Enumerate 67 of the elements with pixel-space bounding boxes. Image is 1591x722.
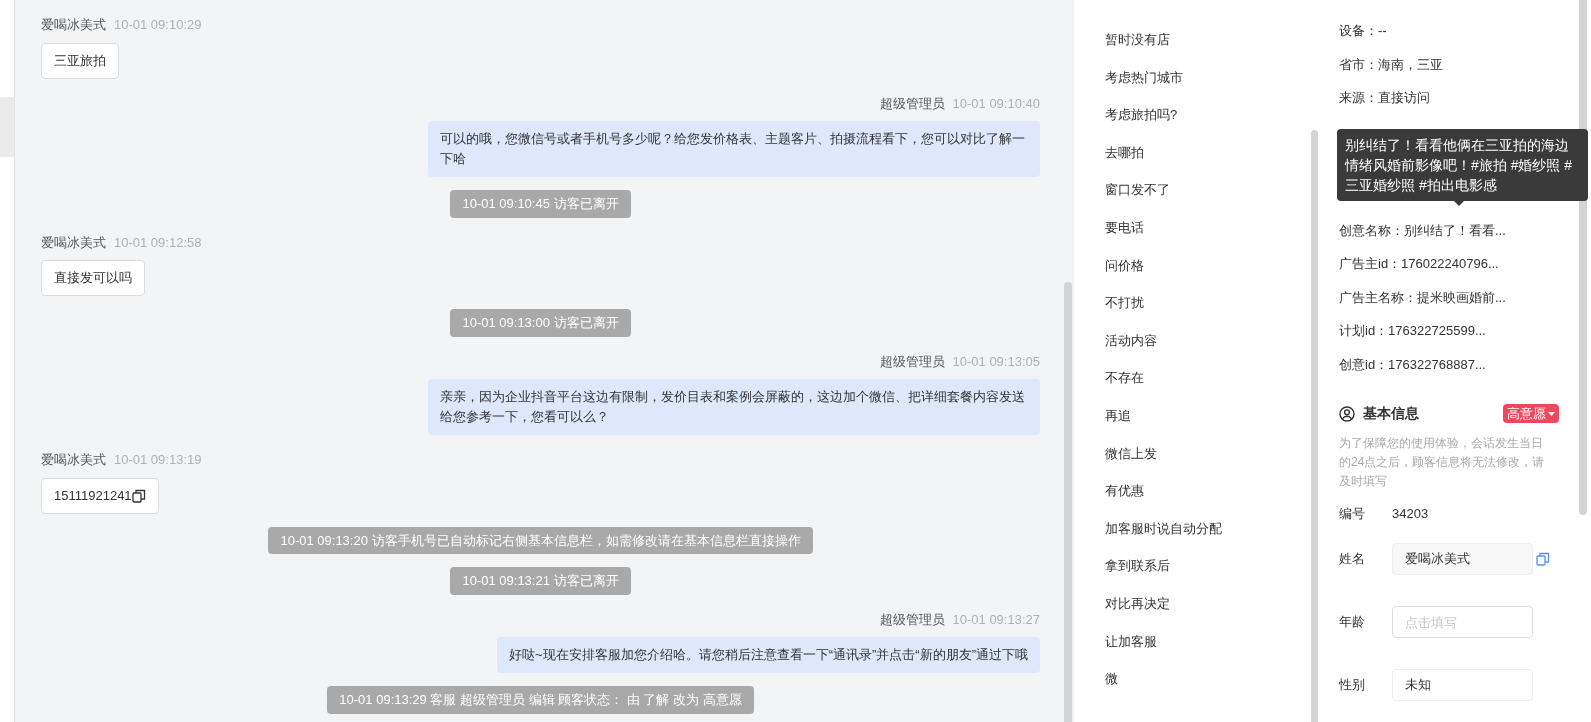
scrollbar[interactable] bbox=[1064, 282, 1072, 722]
quick-reply-item[interactable]: 微信上发 bbox=[1105, 434, 1311, 473]
message-time: 10-01 09:10:40 bbox=[952, 94, 1040, 113]
system-notice: 10-01 09:13:00 访客已离开 bbox=[450, 309, 631, 337]
quick-reply-item[interactable]: 让加客服 bbox=[1105, 622, 1311, 661]
message-time: 10-01 09:13:19 bbox=[114, 451, 202, 469]
intent-dropdown[interactable]: 高意愿 bbox=[1503, 404, 1559, 423]
system-notice: 10-01 09:13:20 访客手机号已自动标记右侧基本信息栏，如需修改请在基本信息栏直接操作 bbox=[268, 526, 813, 554]
field-label: 姓名 bbox=[1339, 550, 1366, 569]
info-field: 广告主id：176022240796... bbox=[1339, 254, 1499, 274]
quick-reply-item[interactable]: 考虑旅拍吗? bbox=[1105, 96, 1311, 134]
quick-reply-item[interactable]: 对比再决定 bbox=[1105, 584, 1311, 623]
notice-text: 为了保障您的使用体验，会话发生当日的24点之后，顾客信息将无法修改，请及时填写 bbox=[1339, 435, 1546, 490]
quick-reply-item[interactable]: 有优惠 bbox=[1105, 472, 1311, 510]
caret-icon bbox=[1548, 411, 1555, 416]
system-notice: 10-01 09:13:29 客服 超级管理员 编辑 顾客状态： 由 了解 改为 高意愿 bbox=[327, 686, 754, 714]
message-text: 三亚旅拍 bbox=[54, 51, 106, 70]
system-notice: 10-01 09:10:45 访客已离开 bbox=[450, 190, 631, 218]
field-label: 编号 bbox=[1339, 505, 1366, 524]
sender-name: 超级管理员 bbox=[879, 610, 945, 629]
info-field: 设备：-- bbox=[1339, 21, 1387, 41]
name-field: 爱喝冰美式 bbox=[1392, 543, 1533, 575]
info-field: 计划id：176322725599... bbox=[1339, 321, 1486, 341]
message-time: 10-01 09:13:27 bbox=[952, 610, 1040, 629]
info-field: 省市：海南，三亚 bbox=[1339, 54, 1443, 74]
info-field: 来源：直接访问 bbox=[1339, 88, 1430, 108]
sender-name: 超级管理员 bbox=[879, 352, 945, 371]
message-bubble: 可以的哦，您微信号或者手机号多少呢？给您发价格表、主题客片、拍摄流程看下，您可以对比了解一下哈 bbox=[428, 121, 1040, 177]
quick-reply-item[interactable]: 不打扰 bbox=[1105, 284, 1311, 322]
user-icon bbox=[1339, 405, 1355, 422]
tooltip: 别纠结了！看看他俩在三亚拍的海边情绪风婚前影像吧！#旅拍 #婚纱照 #三亚婚纱照 #拍出电影感 bbox=[1337, 128, 1588, 201]
quick-reply-item[interactable]: 暂时没有店 bbox=[1105, 21, 1311, 59]
field-value: 34203 bbox=[1392, 505, 1429, 524]
sender-name: 超级管理员 bbox=[879, 94, 945, 113]
quick-reply-item[interactable]: 微 bbox=[1105, 660, 1311, 698]
field-label: 年龄 bbox=[1339, 613, 1366, 632]
message-text: 15111921241 bbox=[54, 486, 132, 505]
quick-reply-item[interactable]: 活动内容 bbox=[1105, 321, 1311, 360]
quick-reply-item[interactable]: 拿到联系后 bbox=[1105, 547, 1311, 585]
message-text: 直接发可以吗 bbox=[54, 269, 132, 288]
scrollbar[interactable] bbox=[1579, 0, 1587, 515]
message-bubble: 好哒~现在安排客服加您介绍哈。请您稍后注意查看一下“通讯录”并点击“新的朋友”通过下哦 bbox=[497, 637, 1040, 673]
tooltip-arrow bbox=[1453, 200, 1464, 206]
gender-select[interactable]: 未知 bbox=[1392, 669, 1533, 701]
info-field: 创意名称：别纠结了！看看... bbox=[1339, 220, 1506, 240]
section-title: 基本信息 bbox=[1363, 404, 1419, 423]
message-time: 10-01 09:13:05 bbox=[952, 352, 1040, 371]
message-bubble: 亲亲，因为企业抖音平台这边有限制，发价目表和案例会屏蔽的，这边加个微信、把详细套餐内容发送给您参考一下，您看可以么？ bbox=[428, 379, 1040, 435]
message-time: 10-01 09:12:58 bbox=[114, 233, 202, 252]
quick-reply-item[interactable]: 问价格 bbox=[1105, 246, 1311, 285]
quick-reply-item[interactable]: 不存在 bbox=[1105, 359, 1311, 397]
quick-reply-item[interactable]: 考虑热门城市 bbox=[1105, 58, 1311, 97]
sender-name: 爱喝冰美式 bbox=[41, 233, 106, 252]
quick-reply-item[interactable]: 要电话 bbox=[1105, 208, 1311, 247]
quick-reply-item[interactable]: 加客服时说自动分配 bbox=[1105, 509, 1311, 548]
quick-reply-item[interactable]: 去哪拍 bbox=[1105, 133, 1311, 172]
copy-icon[interactable] bbox=[131, 488, 146, 503]
system-notice: 10-01 09:13:21 访客已离开 bbox=[450, 567, 631, 595]
quick-reply-item[interactable]: 再追 bbox=[1105, 396, 1311, 435]
message-time: 10-01 09:10:29 bbox=[114, 16, 202, 34]
scrollbar[interactable] bbox=[1311, 130, 1318, 722]
field-label: 性别 bbox=[1339, 676, 1366, 695]
sender-name: 爱喝冰美式 bbox=[41, 16, 106, 34]
info-field: 广告主名称：提米映画婚前... bbox=[1339, 287, 1506, 307]
quick-reply-item[interactable]: 窗口发不了 bbox=[1105, 171, 1311, 209]
sender-name: 爱喝冰美式 bbox=[41, 451, 106, 469]
info-field: 创意id：176322768887... bbox=[1339, 354, 1486, 374]
